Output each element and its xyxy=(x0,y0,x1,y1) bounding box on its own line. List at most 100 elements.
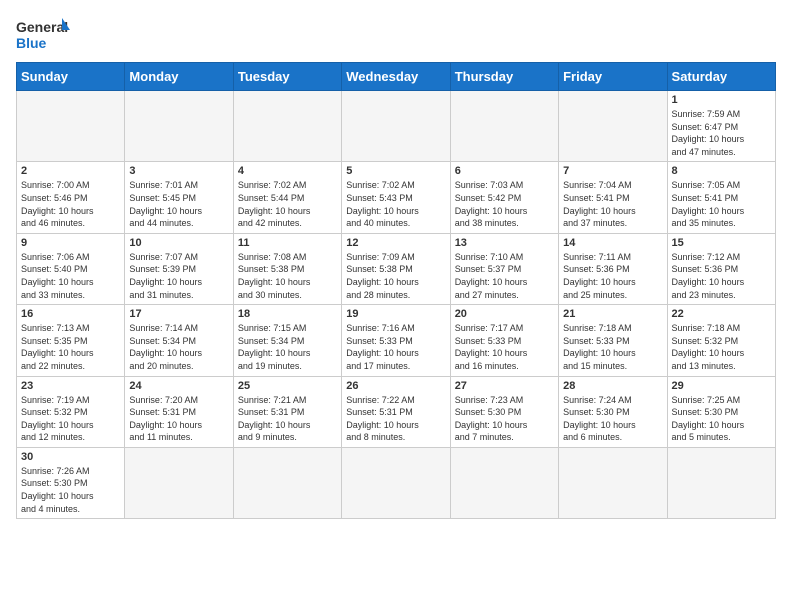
calendar-cell: 11 Sunrise: 7:08 AM Sunset: 5:38 PM Dayli… xyxy=(233,233,341,304)
day-number: 27 xyxy=(455,380,554,392)
day-info: Sunrise: 7:17 AM Sunset: 5:33 PM Dayligh… xyxy=(455,322,554,372)
calendar-cell xyxy=(233,447,341,518)
day-number: 1 xyxy=(672,94,771,106)
day-number: 9 xyxy=(21,237,120,249)
calendar-cell: 19 Sunrise: 7:16 AM Sunset: 5:33 PM Dayli… xyxy=(342,305,450,376)
day-info: Sunrise: 7:23 AM Sunset: 5:30 PM Dayligh… xyxy=(455,394,554,444)
day-info: Sunrise: 7:59 AM Sunset: 6:47 PM Dayligh… xyxy=(672,108,771,158)
day-info: Sunrise: 7:07 AM Sunset: 5:39 PM Dayligh… xyxy=(129,251,228,301)
day-number: 4 xyxy=(238,165,337,177)
day-number: 13 xyxy=(455,237,554,249)
weekday-header-monday: Monday xyxy=(125,63,233,91)
calendar-cell: 27 Sunrise: 7:23 AM Sunset: 5:30 PM Dayli… xyxy=(450,376,558,447)
day-info: Sunrise: 7:00 AM Sunset: 5:46 PM Dayligh… xyxy=(21,179,120,229)
day-number: 5 xyxy=(346,165,445,177)
day-info: Sunrise: 7:08 AM Sunset: 5:38 PM Dayligh… xyxy=(238,251,337,301)
day-number: 26 xyxy=(346,380,445,392)
calendar-cell: 6 Sunrise: 7:03 AM Sunset: 5:42 PM Daylig… xyxy=(450,162,558,233)
day-number: 22 xyxy=(672,308,771,320)
calendar-cell xyxy=(667,447,775,518)
calendar-cell xyxy=(450,447,558,518)
day-number: 16 xyxy=(21,308,120,320)
calendar-cell: 8 Sunrise: 7:05 AM Sunset: 5:41 PM Daylig… xyxy=(667,162,775,233)
weekday-header-row: SundayMondayTuesdayWednesdayThursdayFrid… xyxy=(17,63,776,91)
weekday-header-wednesday: Wednesday xyxy=(342,63,450,91)
day-info: Sunrise: 7:18 AM Sunset: 5:33 PM Dayligh… xyxy=(563,322,662,372)
calendar-cell: 16 Sunrise: 7:13 AM Sunset: 5:35 PM Dayli… xyxy=(17,305,125,376)
day-number: 8 xyxy=(672,165,771,177)
day-number: 2 xyxy=(21,165,120,177)
calendar-cell xyxy=(125,91,233,162)
calendar-cell xyxy=(342,447,450,518)
day-info: Sunrise: 7:19 AM Sunset: 5:32 PM Dayligh… xyxy=(21,394,120,444)
calendar-cell: 3Sunrise: 7:01 AM Sunset: 5:45 PM Daylig… xyxy=(125,162,233,233)
day-info: Sunrise: 7:25 AM Sunset: 5:30 PM Dayligh… xyxy=(672,394,771,444)
day-info: Sunrise: 7:04 AM Sunset: 5:41 PM Dayligh… xyxy=(563,179,662,229)
day-number: 25 xyxy=(238,380,337,392)
calendar-cell xyxy=(125,447,233,518)
day-number: 11 xyxy=(238,237,337,249)
calendar-cell: 28 Sunrise: 7:24 AM Sunset: 5:30 PM Dayli… xyxy=(559,376,667,447)
calendar-week-row: 2 Sunrise: 7:00 AM Sunset: 5:46 PM Daylig… xyxy=(17,162,776,233)
day-number: 17 xyxy=(129,308,228,320)
day-info: Sunrise: 7:12 AM Sunset: 5:36 PM Dayligh… xyxy=(672,251,771,301)
calendar-cell: 5 Sunrise: 7:02 AM Sunset: 5:43 PM Daylig… xyxy=(342,162,450,233)
calendar-table: SundayMondayTuesdayWednesdayThursdayFrid… xyxy=(16,62,776,519)
calendar-cell: 26 Sunrise: 7:22 AM Sunset: 5:31 PM Dayli… xyxy=(342,376,450,447)
day-info: Sunrise: 7:14 AM Sunset: 5:34 PM Dayligh… xyxy=(129,322,228,372)
day-info: Sunrise: 7:16 AM Sunset: 5:33 PM Dayligh… xyxy=(346,322,445,372)
day-info: Sunrise: 7:18 AM Sunset: 5:32 PM Dayligh… xyxy=(672,322,771,372)
calendar-cell: 18 Sunrise: 7:15 AM Sunset: 5:34 PM Dayli… xyxy=(233,305,341,376)
day-info: Sunrise: 7:15 AM Sunset: 5:34 PM Dayligh… xyxy=(238,322,337,372)
day-number: 29 xyxy=(672,380,771,392)
calendar-cell: 21 Sunrise: 7:18 AM Sunset: 5:33 PM Dayli… xyxy=(559,305,667,376)
day-info: Sunrise: 7:21 AM Sunset: 5:31 PM Dayligh… xyxy=(238,394,337,444)
generalblue-logo-icon: GeneralBlue xyxy=(16,16,71,52)
weekday-header-tuesday: Tuesday xyxy=(233,63,341,91)
weekday-header-friday: Friday xyxy=(559,63,667,91)
calendar-cell: 12Sunrise: 7:09 AM Sunset: 5:38 PM Dayli… xyxy=(342,233,450,304)
day-info: Sunrise: 7:24 AM Sunset: 5:30 PM Dayligh… xyxy=(563,394,662,444)
weekday-header-thursday: Thursday xyxy=(450,63,558,91)
calendar-cell: 2 Sunrise: 7:00 AM Sunset: 5:46 PM Daylig… xyxy=(17,162,125,233)
day-number: 12 xyxy=(346,237,445,249)
day-info: Sunrise: 7:22 AM Sunset: 5:31 PM Dayligh… xyxy=(346,394,445,444)
svg-text:Blue: Blue xyxy=(16,35,47,51)
calendar-cell: 10 Sunrise: 7:07 AM Sunset: 5:39 PM Dayli… xyxy=(125,233,233,304)
calendar-cell: 24Sunrise: 7:20 AM Sunset: 5:31 PM Dayli… xyxy=(125,376,233,447)
day-number: 7 xyxy=(563,165,662,177)
calendar-cell: 1 Sunrise: 7:59 AM Sunset: 6:47 PM Daylig… xyxy=(667,91,775,162)
day-info: Sunrise: 7:10 AM Sunset: 5:37 PM Dayligh… xyxy=(455,251,554,301)
day-info: Sunrise: 7:13 AM Sunset: 5:35 PM Dayligh… xyxy=(21,322,120,372)
calendar-cell xyxy=(559,91,667,162)
day-info: Sunrise: 7:26 AM Sunset: 5:30 PM Dayligh… xyxy=(21,465,120,515)
calendar-cell: 17 Sunrise: 7:14 AM Sunset: 5:34 PM Dayli… xyxy=(125,305,233,376)
calendar-week-row: 16 Sunrise: 7:13 AM Sunset: 5:35 PM Dayli… xyxy=(17,305,776,376)
calendar-cell xyxy=(233,91,341,162)
day-number: 30 xyxy=(21,451,120,463)
day-number: 21 xyxy=(563,308,662,320)
calendar-cell: 30 Sunrise: 7:26 AM Sunset: 5:30 PM Dayli… xyxy=(17,447,125,518)
day-number: 18 xyxy=(238,308,337,320)
day-number: 23 xyxy=(21,380,120,392)
calendar-cell: 14Sunrise: 7:11 AM Sunset: 5:36 PM Dayli… xyxy=(559,233,667,304)
calendar-cell: 4Sunrise: 7:02 AM Sunset: 5:44 PM Daylig… xyxy=(233,162,341,233)
calendar-cell: 20 Sunrise: 7:17 AM Sunset: 5:33 PM Dayli… xyxy=(450,305,558,376)
day-info: Sunrise: 7:20 AM Sunset: 5:31 PM Dayligh… xyxy=(129,394,228,444)
day-info: Sunrise: 7:03 AM Sunset: 5:42 PM Dayligh… xyxy=(455,179,554,229)
day-number: 20 xyxy=(455,308,554,320)
day-info: Sunrise: 7:02 AM Sunset: 5:43 PM Dayligh… xyxy=(346,179,445,229)
calendar-cell: 25 Sunrise: 7:21 AM Sunset: 5:31 PM Dayli… xyxy=(233,376,341,447)
weekday-header-sunday: Sunday xyxy=(17,63,125,91)
day-number: 10 xyxy=(129,237,228,249)
calendar-week-row: 30 Sunrise: 7:26 AM Sunset: 5:30 PM Dayli… xyxy=(17,447,776,518)
day-number: 19 xyxy=(346,308,445,320)
calendar-week-row: 9Sunrise: 7:06 AM Sunset: 5:40 PM Daylig… xyxy=(17,233,776,304)
day-info: Sunrise: 7:01 AM Sunset: 5:45 PM Dayligh… xyxy=(129,179,228,229)
calendar-cell xyxy=(17,91,125,162)
day-info: Sunrise: 7:05 AM Sunset: 5:41 PM Dayligh… xyxy=(672,179,771,229)
day-number: 6 xyxy=(455,165,554,177)
calendar-cell: 22 Sunrise: 7:18 AM Sunset: 5:32 PM Dayli… xyxy=(667,305,775,376)
day-number: 28 xyxy=(563,380,662,392)
calendar-week-row: 23 Sunrise: 7:19 AM Sunset: 5:32 PM Dayli… xyxy=(17,376,776,447)
